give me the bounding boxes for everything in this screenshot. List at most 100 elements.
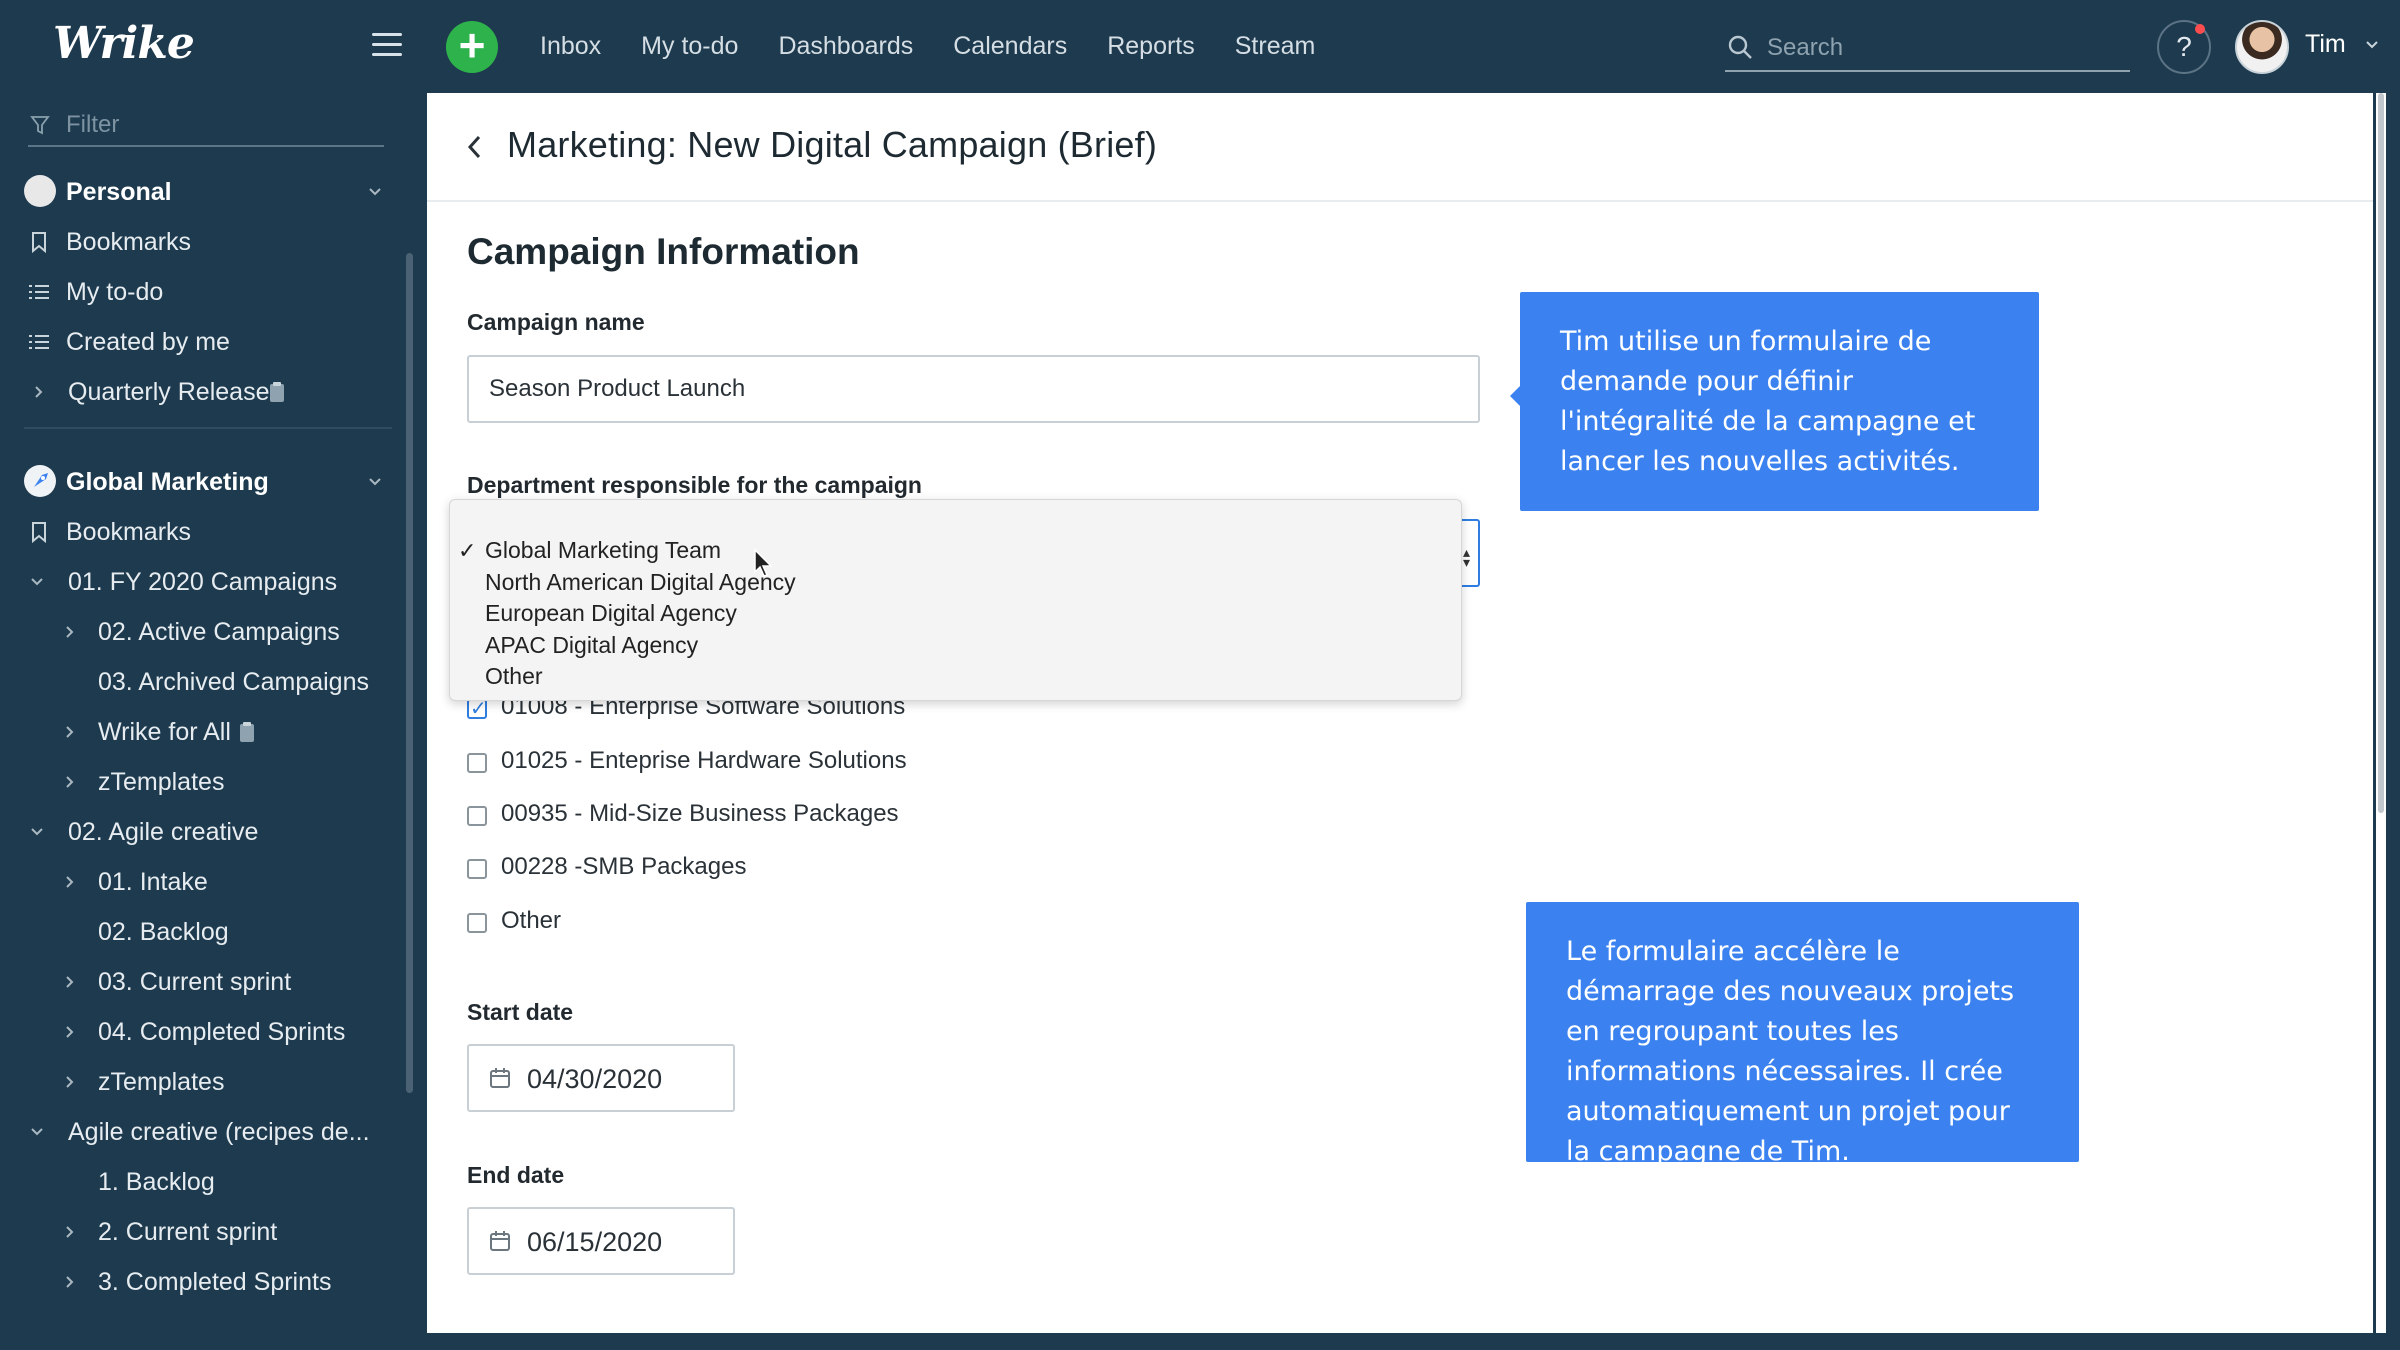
sidebar-item-ztemplates-2[interactable]: zTemplates [0, 1057, 400, 1107]
chevron-right-icon[interactable] [32, 385, 46, 399]
search-input[interactable] [1767, 30, 2117, 66]
page-title: Marketing: New Digital Campaign (Brief) [507, 124, 1158, 165]
checkbox-label: Other [501, 907, 562, 934]
bottom-edge [0, 1333, 2400, 1350]
nav-my-to-do[interactable]: My to-do [641, 32, 738, 61]
chevron-right-icon[interactable] [63, 1025, 77, 1039]
add-button[interactable]: + [446, 21, 498, 73]
sidebar-item-agile-creative[interactable]: 02. Agile creative [0, 807, 400, 857]
nav-stream[interactable]: Stream [1235, 32, 1316, 61]
sidebar-item-label: 01. FY 2020 Campaigns [68, 568, 338, 596]
chevron-down-icon[interactable] [368, 185, 382, 199]
dropdown-option-other[interactable]: Other [485, 663, 543, 690]
sidebar-item-my-to-do[interactable]: My to-do [0, 267, 400, 317]
nav-calendars[interactable]: Calendars [953, 32, 1067, 61]
sidebar-item-bookmarks[interactable]: Bookmarks [0, 217, 400, 267]
notification-dot [2195, 24, 2205, 34]
menu-icon[interactable] [372, 33, 402, 57]
sidebar-item-quarterly-release[interactable]: Quarterly Release [0, 367, 400, 417]
search-icon [1728, 35, 1752, 59]
sidebar-item-label: zTemplates [98, 1068, 225, 1096]
bookmark-icon [32, 522, 46, 543]
sidebar-item-label: 02. Agile creative [68, 818, 259, 846]
chevron-right-icon[interactable] [63, 1275, 77, 1289]
top-navigation: Inbox My to-do Dashboards Calendars Repo… [540, 0, 1355, 93]
checkbox-label: 00228 -SMB Packages [501, 853, 747, 880]
sidebar-item-backlog[interactable]: 02. Backlog [0, 907, 400, 957]
start-date-input[interactable]: 04/30/2020 [467, 1044, 735, 1112]
nav-dashboards[interactable]: Dashboards [778, 32, 913, 61]
sidebar-item-archived-campaigns[interactable]: 03. Archived Campaigns [0, 657, 400, 707]
chevron-right-icon[interactable] [63, 1075, 77, 1089]
chevron-down-icon[interactable] [368, 475, 382, 489]
chevron-down-icon[interactable] [2365, 38, 2379, 52]
sidebar-item-label: 03. Current sprint [98, 968, 292, 996]
chevron-down-icon[interactable] [30, 825, 44, 839]
chevron-right-icon[interactable] [63, 1225, 77, 1239]
personal-space-icon [24, 175, 56, 207]
checkbox[interactable] [467, 806, 487, 826]
filter-bar [28, 105, 384, 147]
nav-reports[interactable]: Reports [1107, 32, 1195, 61]
dropdown-option-global-marketing-team[interactable]: Global Marketing Team [485, 537, 721, 564]
sidebar-divider [24, 427, 392, 429]
sidebar-item-completed-sprints[interactable]: 04. Completed Sprints [0, 1007, 400, 1057]
sidebar-item-created-by-me[interactable]: Created by me [0, 317, 400, 367]
checkbox[interactable] [467, 753, 487, 773]
sidebar-item-bookmarks[interactable]: Bookmarks [0, 507, 400, 557]
start-date-value: 04/30/2020 [527, 1064, 663, 1094]
chevron-right-icon[interactable] [63, 725, 77, 739]
back-arrow-icon[interactable] [464, 133, 486, 161]
sidebar-item-label: Wrike for All [98, 718, 231, 746]
sidebar-item-ztemplates[interactable]: zTemplates [0, 757, 400, 807]
sidebar-item-label: zTemplates [98, 768, 225, 796]
chevron-right-icon[interactable] [63, 875, 77, 889]
chevron-down-icon[interactable] [30, 575, 44, 589]
dropdown-option-apac[interactable]: APAC Digital Agency [485, 632, 698, 659]
checkbox[interactable] [467, 696, 487, 721]
nav-inbox[interactable]: Inbox [540, 32, 601, 61]
checkbox-label: 00935 - Mid-Size Business Packages [501, 800, 899, 827]
chevron-right-icon[interactable] [63, 975, 77, 989]
title-divider [427, 200, 2373, 202]
chevron-right-icon[interactable] [63, 775, 77, 789]
sidebar-space-global-marketing[interactable]: Global Marketing [0, 457, 400, 507]
sidebar-item-intake[interactable]: 01. Intake [0, 857, 400, 907]
sidebar-item-current-sprint[interactable]: 03. Current sprint [0, 957, 400, 1007]
sidebar-item-agile-creative-recipes[interactable]: Agile creative (recipes de... [0, 1107, 400, 1157]
sidebar-item-label: My to-do [66, 278, 164, 306]
main-scrollbar[interactable] [2376, 93, 2386, 1333]
sidebar-scrollbar[interactable] [406, 253, 413, 1093]
filter-input[interactable] [66, 107, 366, 143]
scrollbar-thumb[interactable] [2378, 93, 2384, 813]
sidebar-item-wrike-for-all[interactable]: Wrike for All [0, 707, 400, 757]
dropdown-option-european[interactable]: European Digital Agency [485, 600, 737, 627]
chevron-right-icon[interactable] [63, 625, 77, 639]
sidebar-item-2-current-sprint[interactable]: 2. Current sprint [0, 1207, 400, 1257]
dropdown-option-north-american[interactable]: North American Digital Agency [485, 569, 796, 596]
campaign-name-input[interactable]: Season Product Launch [467, 355, 1480, 423]
end-date-input[interactable]: 06/15/2020 [467, 1207, 735, 1275]
user-name[interactable]: Tim [2305, 30, 2346, 59]
checkbox[interactable] [467, 859, 487, 879]
sidebar: Personal Bookmarks My to-do Created by m… [0, 93, 420, 1350]
chevron-down-icon[interactable] [30, 1125, 44, 1139]
sidebar-item-1-backlog[interactable]: 1. Backlog [0, 1157, 400, 1207]
info-callout: Le formulaire accélère le démarrage des … [1526, 902, 2079, 1167]
info-callout: Tim utilise un formulaire de demande pou… [1520, 292, 2039, 511]
list-icon [29, 285, 49, 299]
sidebar-item-active-campaigns[interactable]: 02. Active Campaigns [0, 607, 400, 657]
campaign-name-label: Campaign name [467, 309, 645, 335]
sidebar-item-3-completed-sprints[interactable]: 3. Completed Sprints [0, 1257, 400, 1307]
checkbox[interactable] [467, 913, 487, 933]
sidebar-item-label: Global Marketing [66, 468, 269, 496]
sidebar-item-label: Agile creative (recipes de... [68, 1118, 370, 1146]
start-date-label: Start date [467, 999, 574, 1025]
end-date-value: 06/15/2020 [527, 1227, 663, 1257]
wrike-logo[interactable]: Wrike [53, 18, 195, 69]
sidebar-item-fy2020-campaigns[interactable]: 01. FY 2020 Campaigns [0, 557, 400, 607]
avatar[interactable] [2235, 20, 2289, 74]
clipboard-icon [270, 382, 284, 402]
sidebar-space-personal[interactable]: Personal [0, 167, 400, 217]
calendar-icon [490, 1231, 510, 1251]
